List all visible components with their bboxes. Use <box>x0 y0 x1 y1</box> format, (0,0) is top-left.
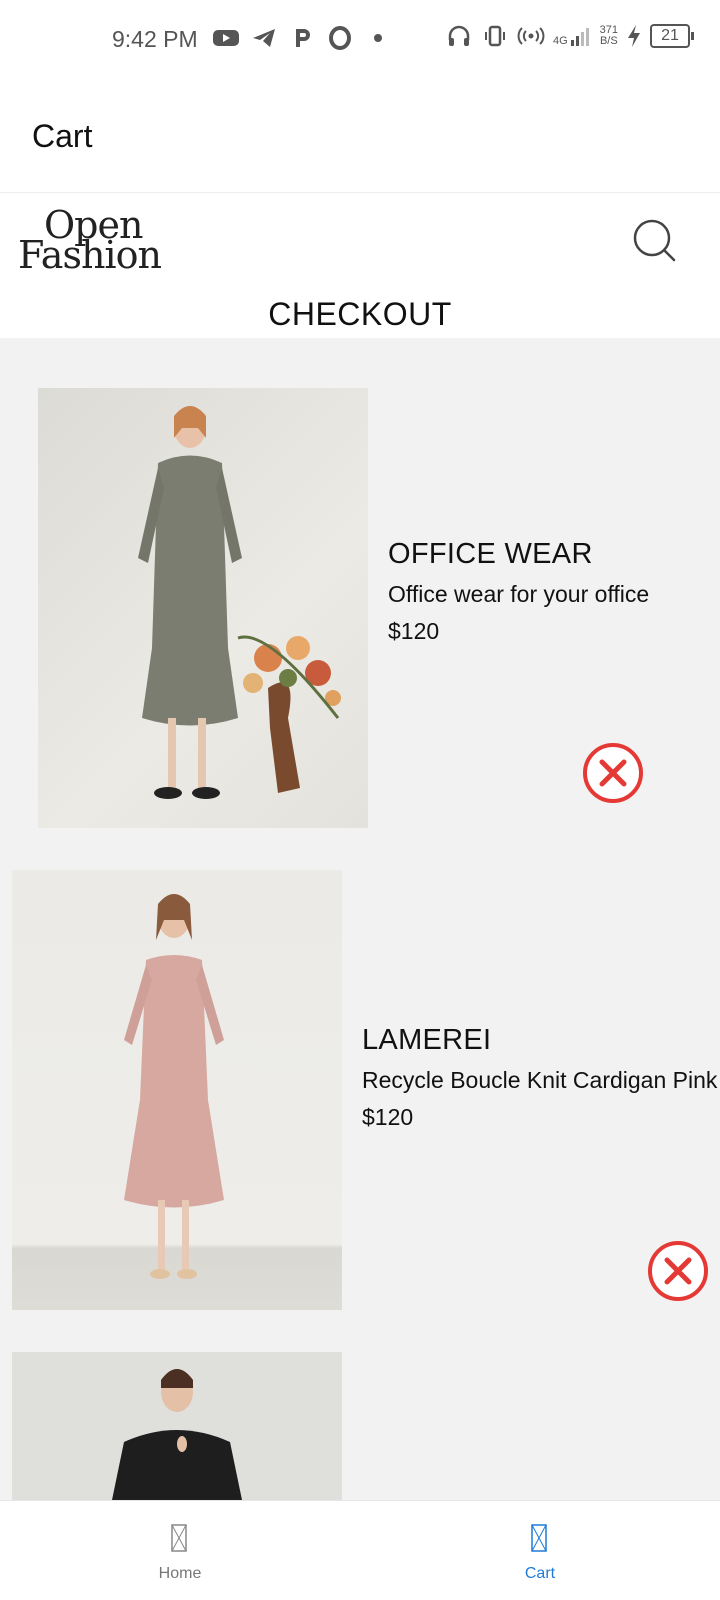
home-icon <box>171 1524 187 1552</box>
vibrate-icon <box>484 25 505 47</box>
product-info: OFFICE WEAR Office wear for your office … <box>388 538 649 645</box>
telegram-icon <box>253 29 275 47</box>
net-speed-unit: B/S <box>599 35 618 47</box>
page-title: Cart <box>32 118 93 154</box>
hotspot-icon <box>517 27 545 45</box>
product-description: Office wear for your office <box>388 581 650 607</box>
charging-icon <box>628 25 640 47</box>
remove-item-icon[interactable] <box>582 742 644 804</box>
product-price: $120 <box>362 1104 414 1130</box>
product-price: $120 <box>388 618 440 644</box>
open-fashion-logo[interactable]: Open Fashion <box>18 206 180 280</box>
dot-icon <box>374 34 382 42</box>
tab-cart[interactable]: Cart <box>360 1501 720 1600</box>
cart-list[interactable]: OFFICE WEAR Office wear for your office … <box>0 338 720 1500</box>
product-image[interactable] <box>12 870 342 1310</box>
product-image[interactable] <box>12 1352 342 1500</box>
opera-icon <box>329 26 351 50</box>
product-image[interactable] <box>38 388 368 828</box>
headphones-icon <box>448 25 470 46</box>
cart-icon <box>531 1524 547 1552</box>
woman-grey-dress-photo <box>138 406 341 799</box>
bottom-nav: Home Cart <box>0 1500 720 1600</box>
product-description: Recycle Boucle Knit Cardigan Pink <box>362 1067 718 1093</box>
woman-black-top-photo <box>112 1369 242 1500</box>
youtube-icon <box>213 30 239 46</box>
logo-line-2: Fashion <box>18 233 162 277</box>
p-app-icon <box>296 29 310 47</box>
signal-icon <box>570 28 589 46</box>
product-info: LAMEREI Recycle Boucle Knit Cardigan Pin… <box>362 1024 717 1131</box>
product-name: LAMEREI <box>362 1024 492 1056</box>
search-icon[interactable] <box>632 218 678 264</box>
tab-cart-label: Cart <box>524 1565 556 1582</box>
status-bar: 9:42 PM 4G 371 B/S 21 <box>0 0 720 80</box>
app-bar: Cart <box>0 80 720 193</box>
system-icons: 4G 371 B/S 21 <box>445 24 694 48</box>
notification-icons <box>212 26 392 50</box>
checkout-heading: CHECKOUT <box>268 296 452 332</box>
remove-item-icon[interactable] <box>647 1240 709 1302</box>
battery-level: 21 <box>661 27 679 44</box>
woman-pink-dress-photo <box>124 894 224 1279</box>
network-type: 4G <box>552 35 568 47</box>
tab-home-label: Home <box>158 1565 202 1582</box>
product-name: OFFICE WEAR <box>388 538 593 570</box>
network-indicator: 4G <box>553 25 592 47</box>
tab-home[interactable]: Home <box>0 1501 360 1600</box>
battery-icon: 21 <box>650 24 694 48</box>
status-time: 9:42 PM <box>112 26 198 52</box>
net-speed: 371 B/S <box>600 25 618 47</box>
